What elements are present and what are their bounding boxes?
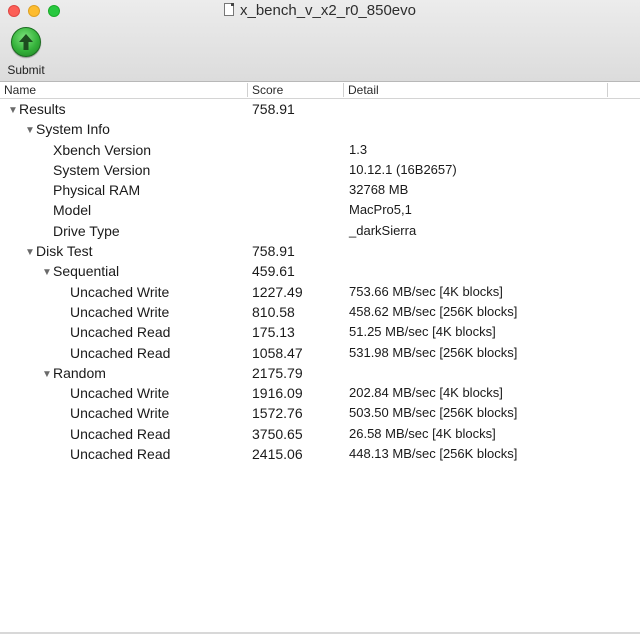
window-title-bar: x_bench_v_x2_r0_850evo xyxy=(0,2,640,19)
arrow-up-icon xyxy=(11,27,41,57)
row-name: Uncached Read xyxy=(70,324,171,341)
submit-button-label: Submit xyxy=(7,63,45,77)
row-detail: 26.58 MB/sec [4K blocks] xyxy=(349,425,496,441)
column-header-score[interactable]: Score xyxy=(252,83,283,98)
row-name: Random xyxy=(53,364,106,381)
outline-row-system-info[interactable]: ▼System Info xyxy=(0,119,640,139)
outline-row[interactable]: Uncached Write 1227.49 753.66 MB/sec [4K… xyxy=(0,282,640,302)
window-title: x_bench_v_x2_r0_850evo xyxy=(240,2,416,19)
row-name: Uncached Write xyxy=(70,385,170,402)
row-detail: 32768 MB xyxy=(349,182,409,198)
row-detail: 531.98 MB/sec [256K blocks] xyxy=(349,344,518,360)
document-icon xyxy=(224,3,234,16)
row-detail: 503.50 MB/sec [256K blocks] xyxy=(349,405,518,421)
row-name: Model xyxy=(53,202,92,219)
disclosure-triangle-expanded-icon[interactable]: ▼ xyxy=(42,263,52,283)
outline-row[interactable]: Uncached Write 1916.09 202.84 MB/sec [4K… xyxy=(0,383,640,403)
row-name: Xbench Version xyxy=(53,141,152,158)
row-score: 2415.06 xyxy=(252,446,303,463)
row-score: 459.61 xyxy=(252,263,295,280)
outline-row[interactable]: Uncached Read 3750.65 26.58 MB/sec [4K b… xyxy=(0,424,640,444)
row-detail: 202.84 MB/sec [4K blocks] xyxy=(349,385,503,401)
row-score: 1572.76 xyxy=(252,405,303,422)
column-header-name[interactable]: Name xyxy=(4,83,36,98)
row-score: 1227.49 xyxy=(252,283,303,300)
row-name: Uncached Read xyxy=(70,446,171,463)
row-name: Uncached Read xyxy=(70,344,171,361)
disclosure-triangle-expanded-icon[interactable]: ▼ xyxy=(42,365,52,385)
column-divider[interactable] xyxy=(607,83,608,97)
row-score: 810.58 xyxy=(252,303,295,320)
outline-row[interactable]: Drive Type _darkSierra xyxy=(0,221,640,241)
row-name: Sequential xyxy=(53,263,120,280)
row-name: Results xyxy=(19,101,66,117)
row-score: 758.91 xyxy=(252,101,295,117)
row-name: System Info xyxy=(36,121,110,138)
outline-row[interactable]: Uncached Read 175.13 51.25 MB/sec [4K bl… xyxy=(0,322,640,342)
row-detail: 753.66 MB/sec [4K blocks] xyxy=(349,283,503,299)
outline-row-sequential[interactable]: ▼Sequential 459.61 xyxy=(0,261,640,281)
outline-row[interactable]: Uncached Write 1572.76 503.50 MB/sec [25… xyxy=(0,403,640,423)
row-name: System Version xyxy=(53,161,151,178)
outline-row-disk-test[interactable]: ▼Disk Test 758.91 xyxy=(0,241,640,261)
outline-row[interactable]: Physical RAM 32768 MB xyxy=(0,180,640,200)
row-name: Uncached Read xyxy=(70,425,171,442)
column-header: Name Score Detail xyxy=(0,82,640,99)
outline-row[interactable]: Uncached Read 1058.47 531.98 MB/sec [256… xyxy=(0,343,640,363)
column-divider[interactable] xyxy=(343,83,344,97)
column-divider[interactable] xyxy=(247,83,248,97)
outline-row[interactable]: Xbench Version 1.3 xyxy=(0,140,640,160)
app-window: x_bench_v_x2_r0_850evo Submit Name Score… xyxy=(0,0,640,634)
row-detail: 10.12.1 (16B2657) xyxy=(349,161,457,177)
results-outline: ▼Results 758.91 ▼System Info Xbench Vers… xyxy=(0,99,640,464)
row-score: 2175.79 xyxy=(252,364,303,381)
row-detail: MacPro5,1 xyxy=(349,202,412,218)
outline-row-results[interactable]: ▼Results 758.91 xyxy=(0,99,640,119)
row-name: Physical RAM xyxy=(53,182,141,199)
outline-row[interactable]: Uncached Read 2415.06 448.13 MB/sec [256… xyxy=(0,444,640,464)
outline-row-random[interactable]: ▼Random 2175.79 xyxy=(0,363,640,383)
row-score: 1916.09 xyxy=(252,385,303,402)
row-detail: _darkSierra xyxy=(349,222,417,238)
row-name: Uncached Write xyxy=(70,303,170,320)
outline-row[interactable]: Model MacPro5,1 xyxy=(0,200,640,220)
row-detail: 448.13 MB/sec [256K blocks] xyxy=(349,446,518,462)
submit-button[interactable]: Submit xyxy=(4,27,48,77)
row-detail: 51.25 MB/sec [4K blocks] xyxy=(349,324,496,340)
row-detail: 458.62 MB/sec [256K blocks] xyxy=(349,303,518,319)
row-score: 1058.47 xyxy=(252,344,303,361)
column-header-detail[interactable]: Detail xyxy=(348,83,379,98)
row-score: 3750.65 xyxy=(252,425,303,442)
disclosure-triangle-expanded-icon[interactable]: ▼ xyxy=(25,121,35,141)
row-detail: 1.3 xyxy=(349,141,368,157)
disclosure-triangle-expanded-icon[interactable]: ▼ xyxy=(25,243,35,263)
row-name: Uncached Write xyxy=(70,283,170,300)
row-name: Drive Type xyxy=(53,222,120,239)
window-toolbar: x_bench_v_x2_r0_850evo Submit xyxy=(0,0,640,82)
row-name: Uncached Write xyxy=(70,405,170,422)
row-score: 758.91 xyxy=(252,243,295,260)
row-score: 175.13 xyxy=(252,324,295,341)
row-name: Disk Test xyxy=(36,243,93,260)
outline-row[interactable]: System Version 10.12.1 (16B2657) xyxy=(0,160,640,180)
outline-row[interactable]: Uncached Write 810.58 458.62 MB/sec [256… xyxy=(0,302,640,322)
disclosure-triangle-expanded-icon[interactable]: ▼ xyxy=(8,101,18,121)
